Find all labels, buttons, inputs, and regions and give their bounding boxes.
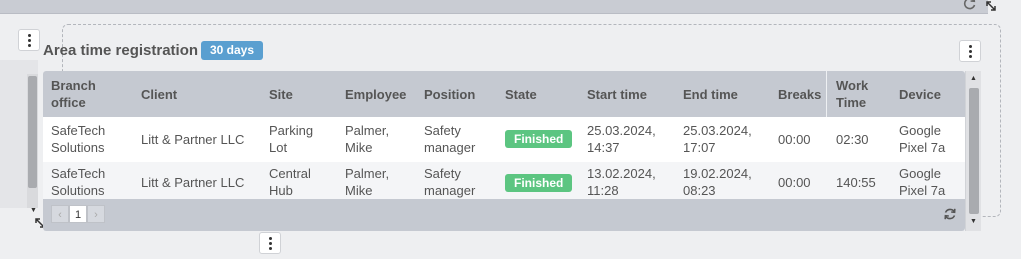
client-cell: Litt & Partner LLC bbox=[141, 175, 245, 190]
bottom-widget-menu-button[interactable] bbox=[259, 232, 281, 254]
client-cell: Litt & Partner LLC bbox=[141, 132, 245, 147]
cell-line: 14:37 bbox=[587, 140, 620, 155]
cell-line: Hub bbox=[269, 183, 293, 198]
cell-line: 11:28 bbox=[587, 183, 619, 198]
table-row[interactable]: SafeTech Solutions Litt & Partner LLC Par… bbox=[43, 117, 965, 162]
branch-office-cell: SafeTech Solutions bbox=[51, 165, 105, 199]
cell-line: 19.02.2024, bbox=[683, 166, 752, 181]
employee-cell: Palmer, Mike bbox=[345, 122, 389, 156]
branch-office-cell: SafeTech Solutions bbox=[51, 122, 105, 156]
scroll-down-arrow-icon[interactable]: ▼ bbox=[970, 218, 977, 225]
table-scrollbar[interactable]: ▲ ▼ bbox=[965, 71, 981, 231]
end-time-cell: 19.02.2024, 08:23 bbox=[683, 165, 752, 199]
scroll-thumb[interactable] bbox=[969, 88, 979, 214]
cell-line: Mike bbox=[345, 140, 373, 155]
cell-line: Pixel 7a bbox=[899, 140, 946, 155]
widget-title: Area time registration bbox=[43, 42, 199, 59]
table-body: SafeTech Solutions Litt & Partner LLC Par… bbox=[43, 117, 965, 199]
scroll-down-arrow-icon[interactable]: ▼ bbox=[30, 207, 37, 214]
work-time-cell: 140:55 bbox=[836, 175, 876, 190]
breaks-cell: 00:00 bbox=[778, 175, 811, 190]
refresh-icon[interactable] bbox=[963, 0, 977, 10]
cell-line: Pixel 7a bbox=[899, 183, 946, 198]
table-row[interactable]: SafeTech Solutions Litt & Partner LLC Cen… bbox=[43, 162, 965, 199]
column-header-branch-office[interactable]: Branch office bbox=[51, 77, 131, 111]
scroll-thumb[interactable] bbox=[28, 76, 37, 188]
status-badge: Finished bbox=[505, 174, 573, 192]
column-header-position[interactable]: Position bbox=[424, 86, 475, 103]
page-button-current[interactable]: 1 bbox=[69, 205, 87, 223]
cell-line: 17:07 bbox=[683, 140, 716, 155]
column-header-end-time[interactable]: End time bbox=[683, 86, 738, 103]
range-badge[interactable]: 30 days bbox=[201, 41, 264, 60]
column-header-state[interactable]: State bbox=[505, 86, 537, 103]
site-cell: Central Hub bbox=[269, 165, 311, 199]
scroll-up-arrow-icon[interactable]: ▲ bbox=[970, 75, 977, 82]
prev-page-button[interactable]: ‹ bbox=[51, 205, 69, 223]
left-widget-menu-button[interactable] bbox=[18, 29, 40, 51]
column-header-employee[interactable]: Employee bbox=[345, 86, 406, 103]
table-footer: ‹ 1 › bbox=[43, 199, 965, 231]
device-cell: Google Pixel 7a bbox=[899, 165, 945, 199]
column-header-breaks[interactable]: Breaks bbox=[778, 86, 821, 103]
end-time-cell: 25.03.2024, 17:07 bbox=[683, 122, 752, 156]
left-scrollbar[interactable] bbox=[27, 74, 38, 208]
position-cell: Safety manager bbox=[424, 165, 475, 199]
cell-line: Palmer, bbox=[345, 166, 390, 181]
column-divider[interactable] bbox=[826, 71, 827, 117]
cell-line: 08:23 bbox=[683, 183, 716, 198]
cell-line: Solutions bbox=[51, 140, 105, 155]
site-cell: Parking Lot bbox=[269, 122, 313, 156]
start-time-cell: 25.03.2024, 14:37 bbox=[587, 122, 656, 156]
cell-line: 13.02.2024, bbox=[587, 166, 656, 181]
column-header-site[interactable]: Site bbox=[269, 86, 293, 103]
cell-line: Solutions bbox=[51, 183, 105, 198]
breaks-cell: 00:00 bbox=[778, 132, 811, 147]
refresh-icon[interactable] bbox=[943, 207, 957, 221]
column-header-start-time[interactable]: Start time bbox=[587, 86, 647, 103]
column-header-client[interactable]: Client bbox=[141, 86, 177, 103]
cell-line: SafeTech bbox=[51, 123, 106, 138]
widget-menu-button[interactable] bbox=[959, 40, 981, 62]
pagination: ‹ 1 › bbox=[51, 205, 105, 223]
column-header-work-time[interactable]: Work Time bbox=[836, 77, 886, 111]
device-cell: Google Pixel 7a bbox=[899, 122, 945, 156]
employee-cell: Palmer, Mike bbox=[345, 165, 389, 199]
cell-line: Google bbox=[899, 123, 941, 138]
resize-handle-icon[interactable] bbox=[985, 0, 997, 12]
cell-line: Central bbox=[269, 166, 311, 181]
cell-line: manager bbox=[424, 140, 476, 155]
cell-line: Mike bbox=[345, 183, 373, 198]
next-page-button[interactable]: › bbox=[87, 205, 105, 223]
cell-line: Safety bbox=[424, 123, 461, 138]
table-header: Branch office Client Site Employee Posit… bbox=[43, 71, 965, 117]
cell-line: manager bbox=[424, 183, 476, 198]
cell-line: Safety bbox=[424, 166, 461, 181]
cell-line: Parking bbox=[269, 123, 314, 138]
cell-line: 25.03.2024, bbox=[683, 123, 752, 138]
cell-line: Palmer, bbox=[345, 123, 390, 138]
work-time-cell: 02:30 bbox=[836, 132, 869, 147]
cell-line: 25.03.2024, bbox=[587, 123, 656, 138]
cell-line: SafeTech bbox=[51, 166, 106, 181]
position-cell: Safety manager bbox=[424, 122, 475, 156]
cell-line: Lot bbox=[269, 140, 288, 155]
upper-widget-edge bbox=[0, 0, 988, 14]
column-header-device[interactable]: Device bbox=[899, 86, 941, 103]
time-registration-table: Branch office Client Site Employee Posit… bbox=[43, 71, 965, 231]
status-badge: Finished bbox=[505, 130, 573, 148]
start-time-cell: 13.02.2024, 11:28 bbox=[587, 165, 656, 199]
cell-line: Google bbox=[899, 166, 941, 181]
